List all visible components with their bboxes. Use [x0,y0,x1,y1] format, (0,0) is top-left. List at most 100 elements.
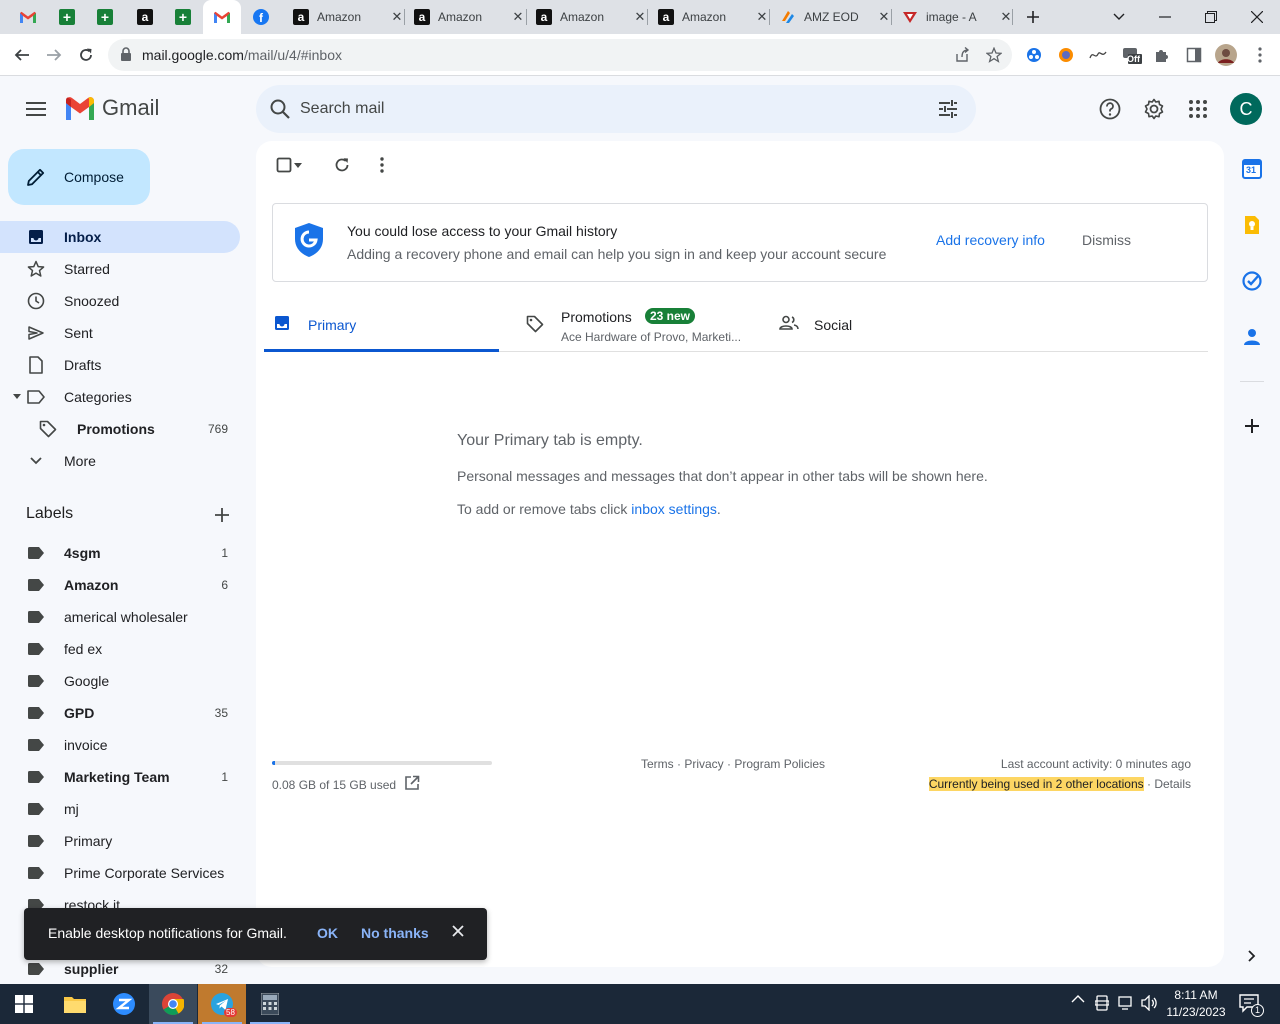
tab-amazon-4[interactable]: a Amazon ✕ [528,0,650,34]
tray-overflow-icon[interactable] [1071,995,1085,1003]
tab-social[interactable]: Social [779,301,979,352]
back-button[interactable] [6,39,38,71]
close-icon[interactable]: ✕ [510,9,526,25]
contacts-icon[interactable] [1240,325,1264,349]
close-icon[interactable] [452,925,464,937]
close-icon[interactable]: ✕ [632,9,648,25]
tab-image[interactable]: image - A ✕ [894,0,1016,34]
tab-facebook[interactable]: f [242,0,280,34]
search-input[interactable] [300,97,900,121]
help-button[interactable] [1090,89,1130,129]
taskbar-calculator[interactable] [246,984,294,1024]
tab-sheets-3[interactable]: + [164,0,202,34]
browser-menu-icon[interactable] [1249,44,1271,66]
caret-down-icon[interactable] [13,394,21,399]
nav-starred[interactable]: Starred [0,253,240,285]
bookmark-star-icon[interactable] [984,45,1004,65]
action-center-icon[interactable]: 1 [1239,993,1265,1017]
reload-button[interactable] [70,39,102,71]
taskbar-file-explorer[interactable] [51,984,99,1024]
details-link[interactable]: Details [1154,777,1191,791]
taskbar-chrome[interactable] [149,984,197,1024]
dismiss-button[interactable]: Dismiss [1082,232,1131,248]
settings-button[interactable] [1134,89,1174,129]
refresh-button[interactable] [330,153,354,177]
extensions-puzzle-icon[interactable] [1151,44,1173,66]
inbox-settings-link[interactable]: inbox settings [631,501,717,517]
tab-primary[interactable]: Primary [264,301,499,352]
keep-icon[interactable] [1240,213,1264,237]
privacy-link[interactable]: Privacy [684,757,723,771]
new-tab-button[interactable] [1010,0,1056,34]
search-icon[interactable] [268,97,292,121]
lock-icon[interactable] [120,47,132,62]
tab-amazon-5[interactable]: a Amazon ✕ [650,0,772,34]
label-item[interactable]: Google [0,665,240,697]
share-icon[interactable] [952,45,972,65]
minimize-button[interactable] [1142,0,1188,34]
nav-more[interactable]: More [0,445,240,477]
select-menu-button[interactable] [290,153,306,177]
nav-categories[interactable]: Categories [0,381,240,413]
tab-sheets-1[interactable]: + [48,0,86,34]
open-in-new-icon[interactable] [404,775,420,791]
extension-orange-icon[interactable] [1055,44,1077,66]
nav-inbox[interactable]: Inbox [0,221,240,253]
account-avatar[interactable]: C [1230,93,1262,125]
close-icon[interactable]: ✕ [754,9,770,25]
close-icon[interactable]: ✕ [876,9,892,25]
restore-button[interactable] [1188,0,1234,34]
label-item[interactable]: Prime Corporate Services [0,857,240,889]
nav-snoozed[interactable]: Snoozed [0,285,240,317]
label-item[interactable]: mj [0,793,240,825]
forward-button[interactable] [38,39,70,71]
label-item[interactable]: 4sgm 1 [0,537,240,569]
nav-promotions[interactable]: Promotions 769 [0,413,240,445]
main-menu-button[interactable] [16,85,56,133]
volume-icon[interactable] [1141,995,1159,1011]
tab-sheets-2[interactable]: + [86,0,124,34]
search-options-icon[interactable] [936,97,960,121]
tab-promotions[interactable]: Promotions 23 new Ace Hardware of Provo,… [526,301,766,352]
system-clock[interactable]: 8:11 AM 11/23/2023 [1160,987,1232,1021]
network-icon[interactable] [1118,995,1134,1011]
side-panel-icon[interactable] [1183,44,1205,66]
tab-amazon-1[interactable]: a [126,0,164,34]
tab-gmail-active[interactable] [203,0,241,34]
compose-button[interactable]: Compose [8,149,150,205]
close-window-button[interactable] [1234,0,1280,34]
nav-sent[interactable]: Sent [0,317,240,349]
profile-avatar-icon[interactable] [1215,44,1237,66]
label-item[interactable]: fed ex [0,633,240,665]
tray-device-icon[interactable] [1095,995,1109,1011]
search-box[interactable] [256,85,976,133]
nav-drafts[interactable]: Drafts [0,349,240,381]
address-bar[interactable]: mail.google.com/mail/u/4/#inbox [108,39,1012,71]
more-actions-button[interactable] [370,153,394,177]
taskbar-zoom[interactable] [100,984,148,1024]
show-side-panel-button[interactable] [1240,944,1264,968]
no-thanks-button[interactable]: No thanks [361,925,429,941]
label-item[interactable]: americal wholesaler [0,601,240,633]
label-item[interactable]: Amazon 6 [0,569,240,601]
apps-button[interactable] [1178,89,1218,129]
create-label-button[interactable] [210,503,234,527]
tasks-icon[interactable] [1240,269,1264,293]
url-text[interactable]: mail.google.com/mail/u/4/#inbox [142,47,342,63]
ok-button[interactable]: OK [317,925,338,941]
calendar-icon[interactable]: 31 [1240,157,1264,181]
label-item[interactable]: Primary [0,825,240,857]
program-policies-link[interactable]: Program Policies [734,757,825,771]
gmail-logo[interactable]: Gmail [64,95,159,121]
label-item[interactable]: Marketing Team 1 [0,761,240,793]
extension-signature-icon[interactable] [1087,44,1109,66]
tab-amazon-3[interactable]: a Amazon ✕ [406,0,528,34]
label-item[interactable]: GPD 35 [0,697,240,729]
extension-off-icon[interactable]: Off [1121,44,1143,66]
add-recovery-info-button[interactable]: Add recovery info [936,232,1045,248]
tab-gmail-1[interactable] [9,0,47,34]
close-icon[interactable]: ✕ [389,9,405,25]
start-button[interactable] [0,984,48,1024]
tab-search-button[interactable] [1096,0,1142,34]
extension-grid-icon[interactable] [1023,44,1045,66]
